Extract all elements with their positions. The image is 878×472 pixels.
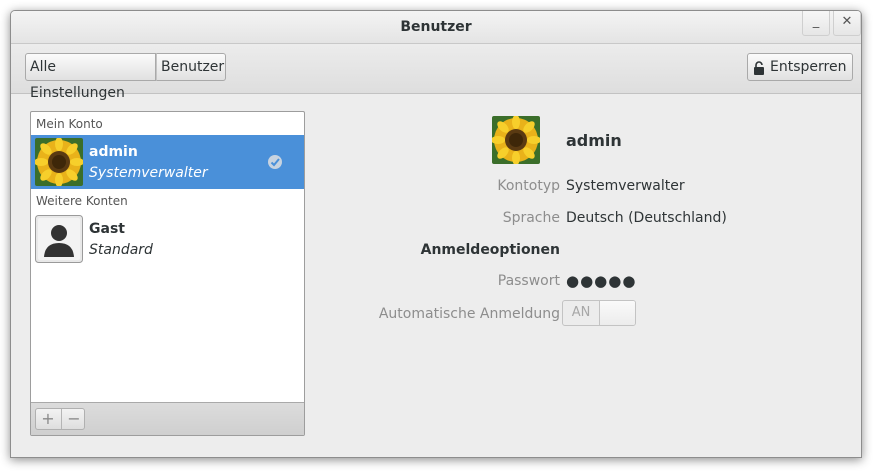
account-name: Gast	[89, 221, 125, 237]
account-row-gast[interactable]: Gast Standard	[31, 212, 304, 266]
remove-user-button[interactable]: −	[61, 409, 86, 429]
add-user-button[interactable]: +	[36, 409, 60, 429]
switch-knob	[599, 301, 635, 325]
close-button[interactable]: ✕	[833, 11, 861, 36]
breadcrumb-users-button[interactable]: Benutzer	[156, 53, 226, 81]
password-value[interactable]: ●●●●●	[566, 272, 636, 290]
my-account-header: Mein Konto	[36, 117, 103, 131]
add-remove-buttons: + −	[35, 408, 85, 430]
window-title: Benutzer	[400, 19, 472, 35]
login-options-header: Anmeldeoptionen	[420, 242, 560, 258]
account-row-admin[interactable]: admin Systemverwalter	[31, 135, 304, 189]
autologin-label: Automatische Anmeldung	[378, 306, 560, 322]
unlock-label: Entsperren	[770, 59, 847, 75]
autologin-switch[interactable]: AN	[562, 300, 636, 326]
minimize-icon: _	[812, 14, 820, 29]
account-role: Standard	[89, 242, 153, 258]
language-label: Sprache	[502, 210, 560, 226]
user-avatar-image[interactable]	[492, 116, 540, 164]
account-details: admin Kontotyp Systemverwalter Sprache D…	[311, 111, 851, 431]
other-accounts-header: Weitere Konten	[36, 194, 128, 208]
account-list-footer: + −	[31, 402, 304, 435]
account-type-value[interactable]: Systemverwalter	[566, 178, 685, 194]
checkmark-icon	[267, 154, 283, 170]
generic-person-avatar	[35, 215, 83, 263]
sunflower-avatar	[35, 138, 83, 186]
minimize-button[interactable]: _	[802, 11, 830, 36]
account-role: Systemverwalter	[89, 165, 208, 181]
language-value[interactable]: Deutsch (Deutschland)	[566, 210, 727, 226]
title-bar[interactable]: Benutzer _ ✕	[11, 11, 861, 44]
users-settings-window: Benutzer _ ✕ Alle Einstellungen Benutzer…	[10, 10, 862, 458]
switch-state-label: AN	[571, 305, 591, 320]
header-toolbar: Alle Einstellungen Benutzer Entsperren	[11, 44, 861, 101]
unlock-button[interactable]: Entsperren	[747, 53, 853, 81]
lock-icon	[754, 58, 764, 75]
user-name[interactable]: admin	[566, 131, 622, 150]
close-icon: ✕	[841, 14, 853, 29]
account-name: admin	[89, 144, 138, 160]
password-label: Passwort	[497, 273, 560, 289]
account-type-label: Kontotyp	[497, 178, 560, 194]
account-list-panel: Mein Konto admin Systemverwalter Weitere…	[30, 111, 305, 436]
breadcrumb-all-settings-button[interactable]: Alle Einstellungen	[25, 53, 156, 101]
